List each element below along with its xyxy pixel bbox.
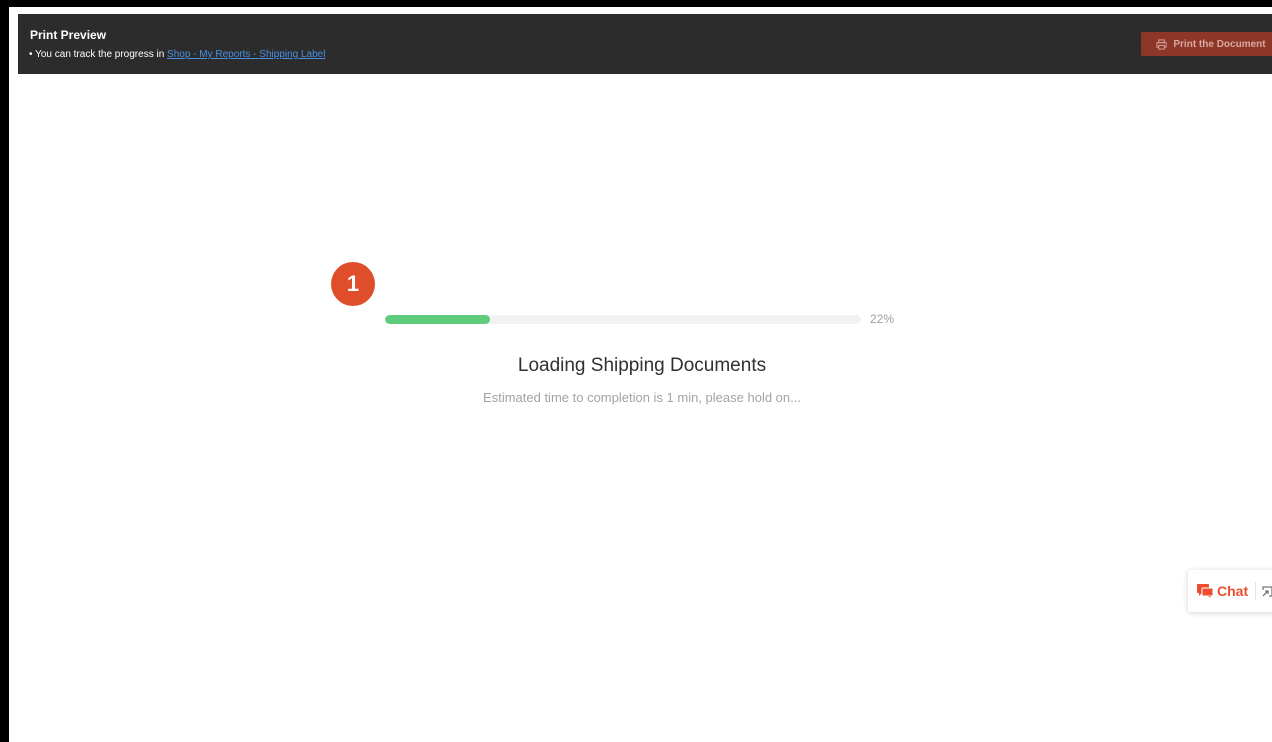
loading-estimate: Estimated time to completion is 1 min, p…: [483, 390, 801, 405]
progress-hint: • You can track the progress in Shop - M…: [29, 49, 325, 60]
shipping-label-report-link[interactable]: Shop - My Reports - Shipping Label: [167, 49, 325, 60]
progress-hint-text: • You can track the progress in: [29, 49, 168, 60]
page-frame: Print Preview • You can track the progre…: [0, 0, 1272, 742]
step-number-badge: 1: [331, 262, 375, 306]
print-preview-header: Print Preview • You can track the progre…: [18, 14, 1272, 74]
progress-bar-fill: [385, 315, 490, 324]
chat-label[interactable]: Chat: [1217, 583, 1248, 599]
print-document-label: Print the Document: [1173, 38, 1266, 50]
page-title: Print Preview: [30, 28, 107, 42]
chat-divider: [1255, 582, 1257, 600]
chat-widget[interactable]: Chat: [1188, 570, 1272, 612]
progress-percentage: 22%: [870, 312, 895, 326]
loading-progress-bar: [385, 315, 861, 324]
printer-icon: [1156, 38, 1167, 50]
print-document-button[interactable]: Print the Document: [1141, 32, 1272, 56]
popout-icon[interactable]: [1262, 586, 1272, 597]
loading-title: Loading Shipping Documents: [517, 355, 767, 376]
chat-icon: [1197, 584, 1213, 598]
